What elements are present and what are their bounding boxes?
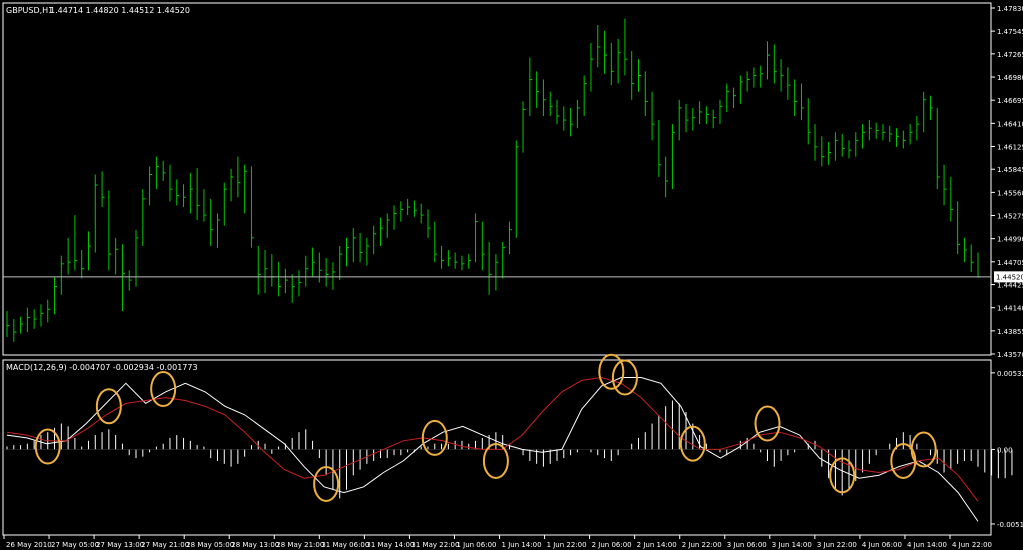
time-tick-label: 27 May 05:00 [51,541,99,549]
time-tick-label: 27 May 13:00 [96,541,144,549]
symbol-label: GBPUSD,H1 [6,6,53,15]
price-tick-label: 1.46980 [997,74,1023,82]
macd-label: MACD(12,26,9) -0.004707 -0.002934 -0.001… [6,363,198,372]
time-tick-label: 1 Jun 06:00 [456,541,496,549]
price-tick-label: 1.43570 [997,351,1023,359]
time-tick-label: 4 Jun 22:00 [952,541,992,549]
price-tick-label: 1.44425 [997,282,1023,290]
time-tick-label: 3 Jun 14:00 [772,541,812,549]
price-tick-label: 1.44705 [997,259,1023,267]
time-tick-label: 31 May 22:00 [411,541,459,549]
time-tick-label: 1 Jun 14:00 [502,541,542,549]
chart-window: GBPUSD,H1 1.44714 1.44820 1.44512 1.4452… [0,0,1023,550]
price-tick-label: 1.44140 [997,305,1023,313]
price-tick-label: 1.45275 [997,213,1023,221]
time-tick-label: 3 Jun 06:00 [727,541,767,549]
macd-tick-label: -0.00518 [997,521,1023,529]
price-tick-label: 1.46410 [997,120,1023,128]
time-tick-label: 4 Jun 14:00 [907,541,947,549]
macd-tick-label: 0.005325 [997,370,1023,378]
time-tick-label: 28 May 13:00 [231,541,279,549]
price-tick-label: 1.45560 [997,189,1023,197]
price-tick-label: 1.46125 [997,143,1023,151]
time-tick-label: 2 Jun 22:00 [682,541,722,549]
current-price-label: 1.44520 [996,273,1023,281]
price-tick-label: 1.46695 [997,97,1023,105]
price-tick-label: 1.45845 [997,166,1023,174]
time-tick-label: 28 May 05:00 [186,541,234,549]
time-tick-label: 4 Jun 06:00 [862,541,902,549]
time-tick-label: 3 Jun 22:00 [817,541,857,549]
time-tick-label: 1 Jun 22:00 [547,541,587,549]
time-tick-label: 31 May 14:00 [366,541,414,549]
price-tick-label: 1.47265 [997,51,1023,59]
time-tick-label: 2 Jun 06:00 [592,541,632,549]
time-tick-label: 28 May 21:00 [276,541,324,549]
time-tick-label: 2 Jun 14:00 [637,541,677,549]
ohlc-label: 1.44714 1.44820 1.44512 1.44520 [50,6,190,15]
time-tick-label: 26 May 2010 [6,541,52,549]
price-tick-label: 1.43855 [997,328,1023,336]
macd-tick-label: 0.00 [997,446,1013,454]
price-tick-label: 1.47545 [997,28,1023,36]
price-tick-label: 1.44990 [997,236,1023,244]
time-tick-label: 31 May 06:00 [321,541,369,549]
time-tick-label: 27 May 21:00 [141,541,189,549]
price-tick-label: 1.47830 [997,5,1023,13]
chart-background [0,0,1023,550]
